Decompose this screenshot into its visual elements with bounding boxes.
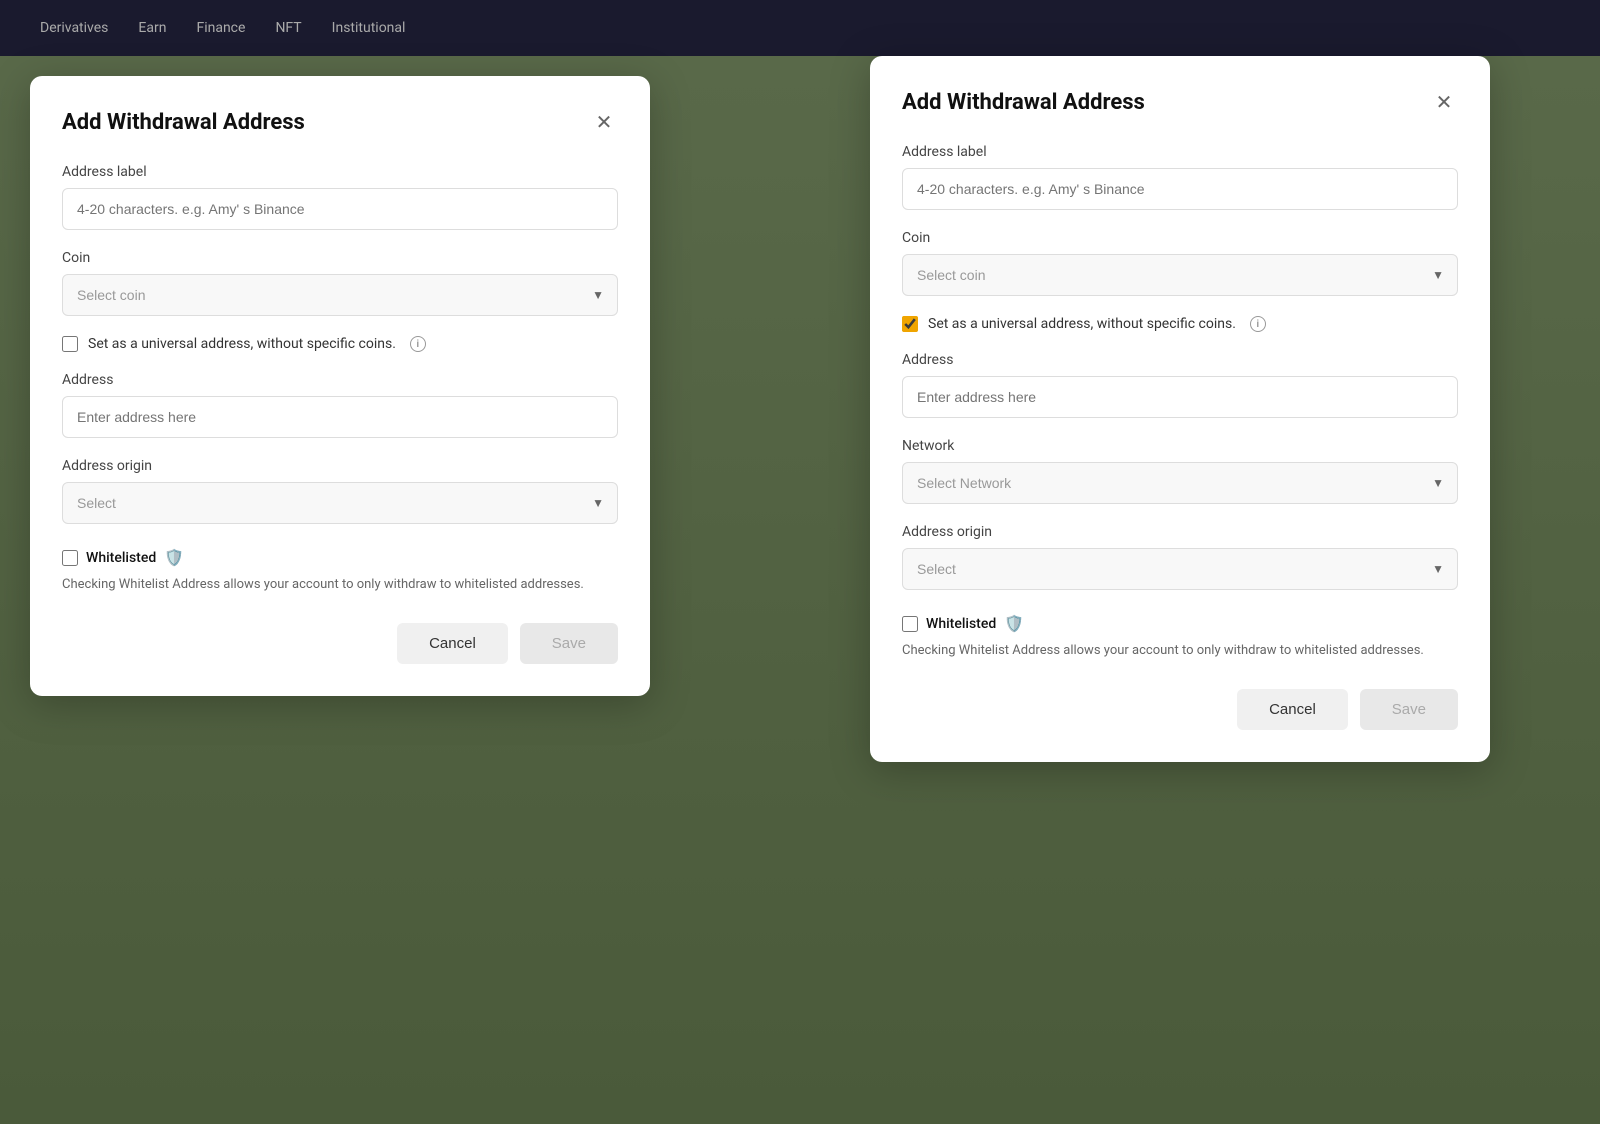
- right-modal-title: Add Withdrawal Address: [902, 90, 1145, 115]
- right-origin-label: Address origin: [902, 524, 1458, 540]
- nav-derivatives[interactable]: Derivatives: [40, 20, 108, 36]
- right-universal-checkbox[interactable]: [902, 316, 918, 332]
- nav-earn[interactable]: Earn: [138, 20, 166, 36]
- left-whitelist-checkbox[interactable]: [62, 550, 78, 566]
- left-whitelist-row: Whitelisted 🛡️: [62, 548, 618, 567]
- right-modal-header: Add Withdrawal Address ✕: [902, 88, 1458, 116]
- left-whitelist-label[interactable]: Whitelisted: [86, 550, 156, 566]
- right-address-label-input[interactable]: [902, 168, 1458, 210]
- right-address-label-group: Address label: [902, 144, 1458, 210]
- left-universal-label[interactable]: Set as a universal address, without spec…: [88, 336, 396, 352]
- right-address-group: Address: [902, 352, 1458, 418]
- right-cancel-button[interactable]: Cancel: [1237, 689, 1348, 730]
- right-coin-select-wrapper: Select coin ▼: [902, 254, 1458, 296]
- right-network-select-wrapper: Select Network ▼: [902, 462, 1458, 504]
- left-origin-label: Address origin: [62, 458, 618, 474]
- right-save-button[interactable]: Save: [1360, 689, 1458, 730]
- left-address-label-input[interactable]: [62, 188, 618, 230]
- right-universal-checkbox-row: Set as a universal address, without spec…: [902, 316, 1458, 332]
- left-modal-header: Add Withdrawal Address ✕: [62, 108, 618, 136]
- right-address-label-text: Address label: [902, 144, 1458, 160]
- left-origin-group: Address origin Select ▼: [62, 458, 618, 524]
- left-modal-title: Add Withdrawal Address: [62, 110, 305, 135]
- right-address-input[interactable]: [902, 376, 1458, 418]
- nav-finance[interactable]: Finance: [196, 20, 245, 36]
- nav-nft[interactable]: NFT: [275, 20, 301, 36]
- right-network-group: Network Select Network ▼: [902, 438, 1458, 504]
- left-save-button[interactable]: Save: [520, 623, 618, 664]
- left-universal-checkbox-row: Set as a universal address, without spec…: [62, 336, 618, 352]
- right-address-label: Address: [902, 352, 1458, 368]
- nav-institutional[interactable]: Institutional: [332, 20, 406, 36]
- left-coin-select-wrapper: Select coin ▼: [62, 274, 618, 316]
- left-modal-close-button[interactable]: ✕: [590, 108, 618, 136]
- right-origin-group: Address origin Select ▼: [902, 524, 1458, 590]
- left-address-group: Address: [62, 372, 618, 438]
- right-shield-icon: 🛡️: [1004, 614, 1024, 633]
- left-modal: Add Withdrawal Address ✕ Address label C…: [30, 76, 650, 696]
- left-address-input[interactable]: [62, 396, 618, 438]
- left-cancel-button[interactable]: Cancel: [397, 623, 508, 664]
- left-coin-label: Coin: [62, 250, 618, 266]
- right-origin-select[interactable]: Select: [902, 548, 1458, 590]
- left-whitelist-section: Whitelisted 🛡️ Checking Whitelist Addres…: [62, 548, 618, 595]
- right-coin-group: Coin Select coin ▼: [902, 230, 1458, 296]
- left-modal-footer: Cancel Save: [62, 623, 618, 664]
- right-whitelist-desc: Checking Whitelist Address allows your a…: [902, 641, 1458, 661]
- right-universal-label[interactable]: Set as a universal address, without spec…: [928, 316, 1236, 332]
- left-shield-icon: 🛡️: [164, 548, 184, 567]
- right-network-select[interactable]: Select Network: [902, 462, 1458, 504]
- right-modal-close-button[interactable]: ✕: [1430, 88, 1458, 116]
- right-whitelist-row: Whitelisted 🛡️: [902, 614, 1458, 633]
- right-modal-wrapper: Add Withdrawal Address ✕ Address label C…: [840, 56, 1520, 1124]
- right-modal: Add Withdrawal Address ✕ Address label C…: [870, 56, 1490, 762]
- left-address-label: Address: [62, 372, 618, 388]
- left-address-label-group: Address label: [62, 164, 618, 230]
- navbar: Derivatives Earn Finance NFT Institution…: [0, 0, 1600, 56]
- left-coin-select[interactable]: Select coin: [62, 274, 618, 316]
- right-network-label: Network: [902, 438, 1458, 454]
- left-universal-info-icon[interactable]: i: [410, 336, 426, 352]
- right-universal-info-icon[interactable]: i: [1250, 316, 1266, 332]
- right-whitelist-checkbox[interactable]: [902, 616, 918, 632]
- left-universal-checkbox[interactable]: [62, 336, 78, 352]
- right-origin-select-wrapper: Select ▼: [902, 548, 1458, 590]
- left-origin-select[interactable]: Select: [62, 482, 618, 524]
- right-whitelist-section: Whitelisted 🛡️ Checking Whitelist Addres…: [902, 614, 1458, 661]
- right-coin-label: Coin: [902, 230, 1458, 246]
- right-whitelist-label[interactable]: Whitelisted: [926, 616, 996, 632]
- left-coin-group: Coin Select coin ▼: [62, 250, 618, 316]
- left-modal-wrapper: Add Withdrawal Address ✕ Address label C…: [0, 56, 680, 1124]
- left-address-label-text: Address label: [62, 164, 618, 180]
- left-whitelist-desc: Checking Whitelist Address allows your a…: [62, 575, 618, 595]
- right-modal-footer: Cancel Save: [902, 689, 1458, 730]
- right-coin-select[interactable]: Select coin: [902, 254, 1458, 296]
- left-origin-select-wrapper: Select ▼: [62, 482, 618, 524]
